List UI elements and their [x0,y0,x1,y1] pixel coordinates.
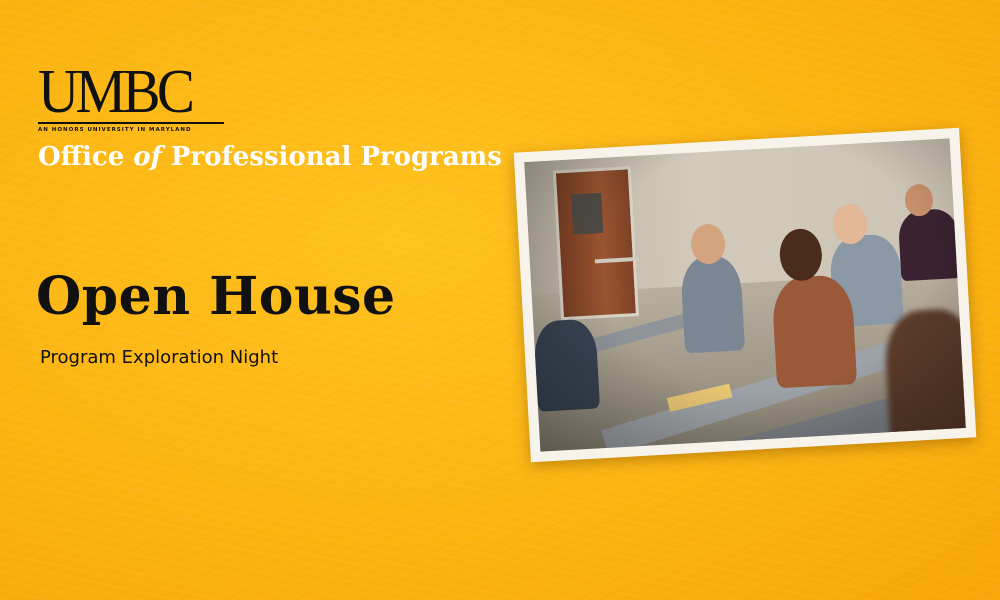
logo-tagline: AN HONORS UNIVERSITY IN MARYLAND [38,127,192,133]
department-part-2: of [133,142,162,172]
photo-vignette [524,138,966,452]
umbc-logo: UMBC AN HONORS UNIVERSITY IN MARYLAND [38,58,228,133]
department-title: Office of Professional Programs [38,142,502,172]
classroom-photo-card [513,127,977,463]
department-part-1: Office [38,142,134,172]
headline: Open House [36,266,396,327]
department-part-3: Professional Programs [161,142,502,172]
subheadline: Program Exploration Night [40,347,279,368]
logo-wordmark: UMBC [38,58,195,126]
classroom-photo [524,138,966,452]
